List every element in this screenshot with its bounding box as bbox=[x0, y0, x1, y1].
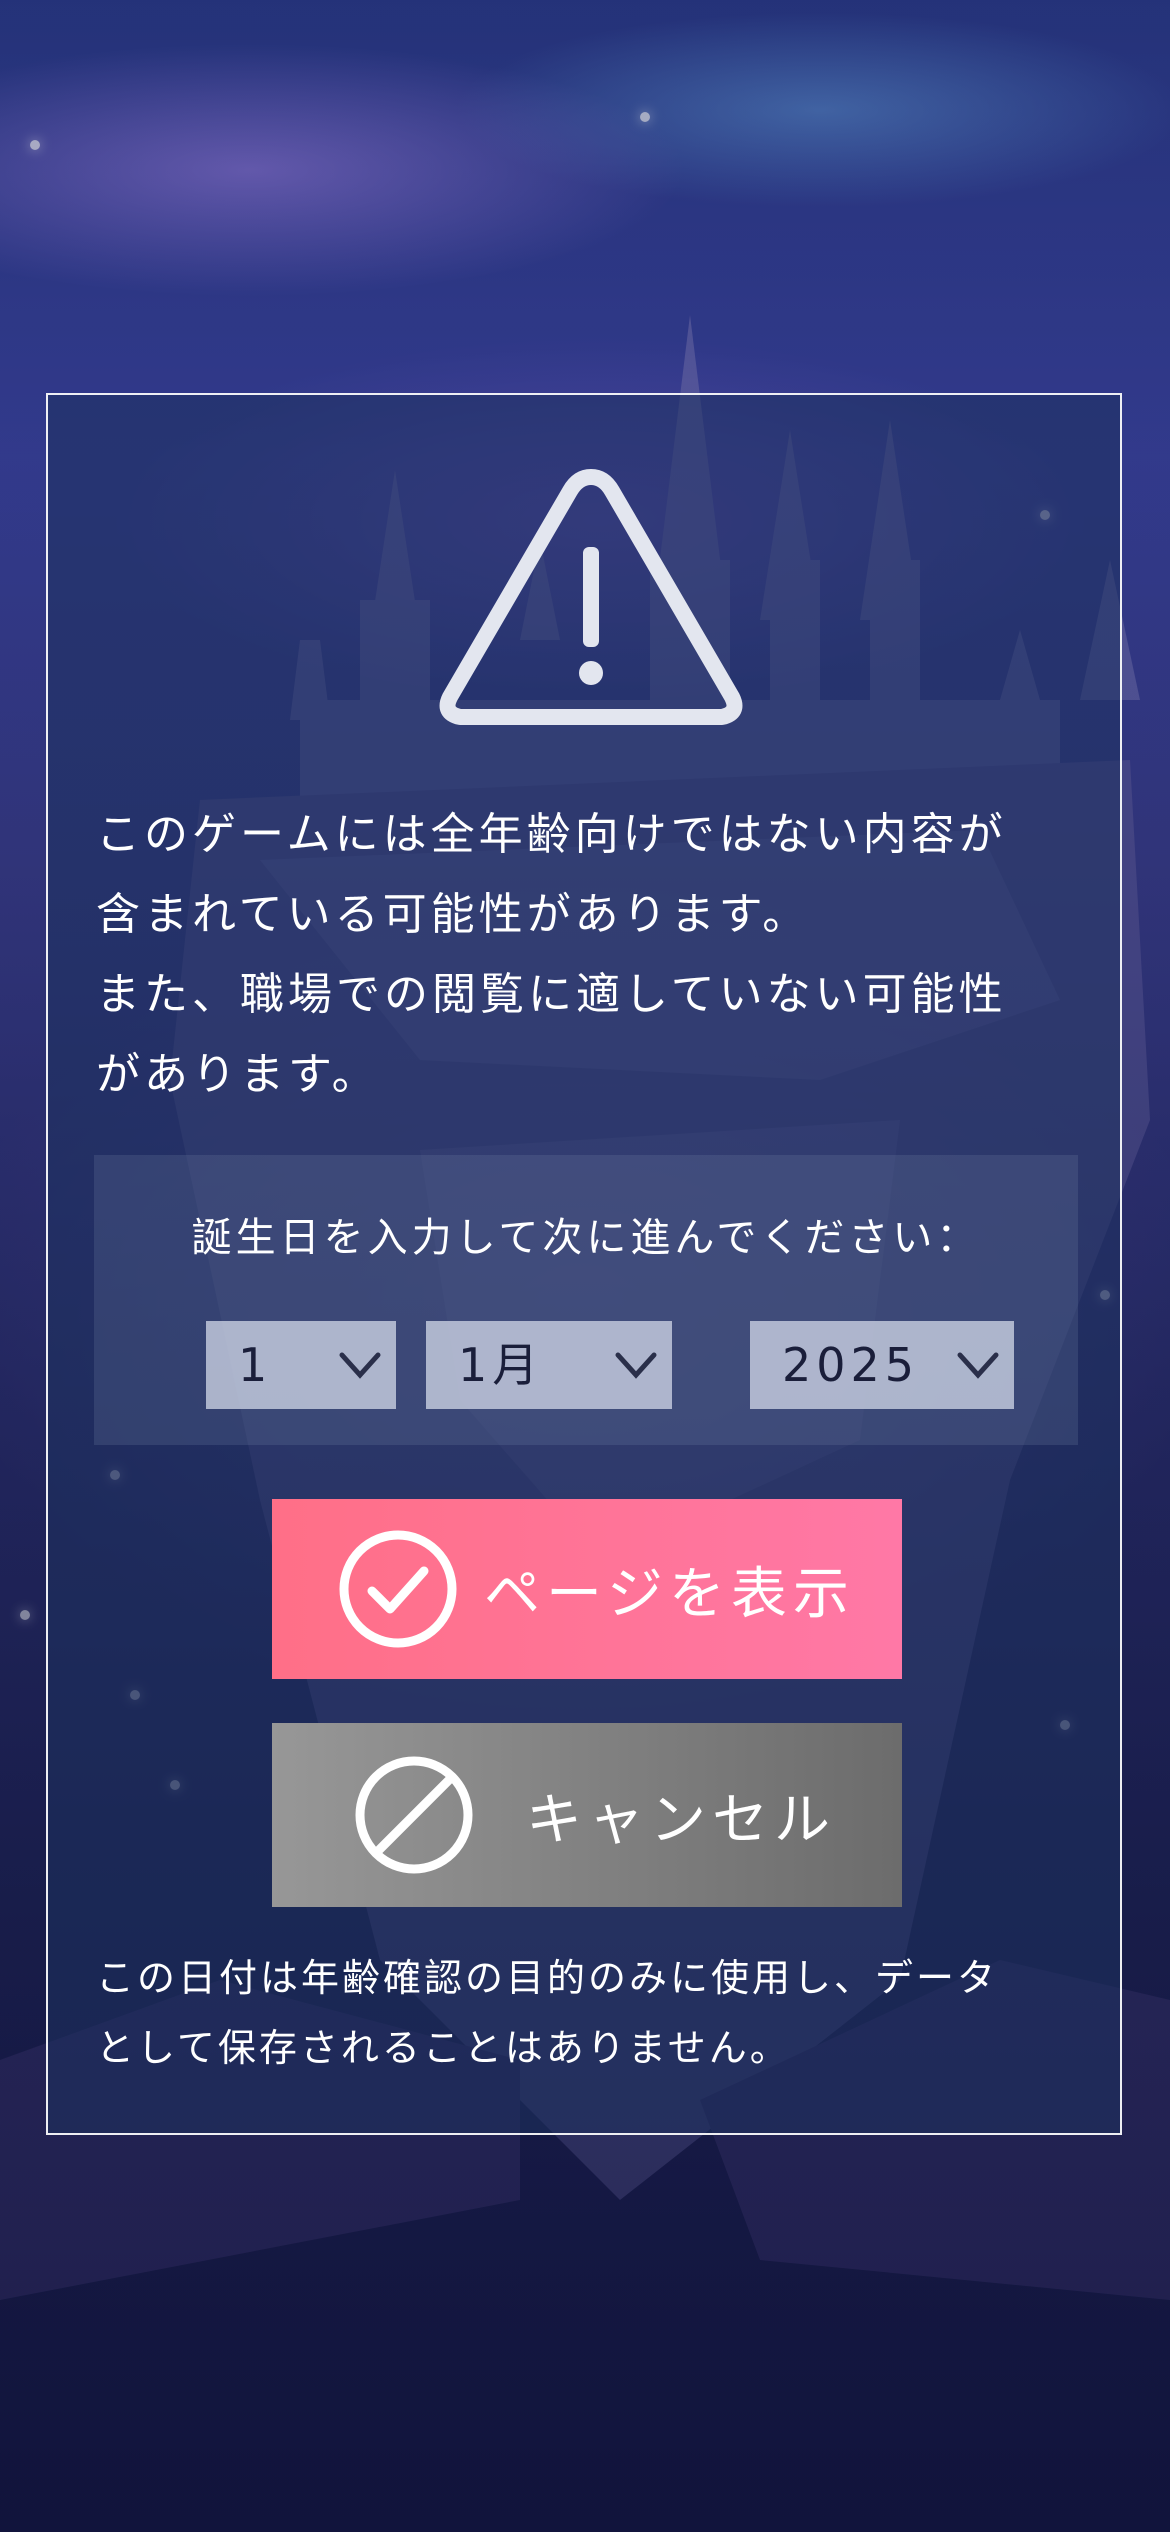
check-circle-icon bbox=[339, 1530, 457, 1648]
chevron-down-icon bbox=[615, 1352, 657, 1379]
disclaimer-line: この日付は年齢確認の目的のみに使用し、データ bbox=[96, 1956, 999, 2000]
show-page-label: ページを表示 bbox=[484, 1561, 855, 1627]
day-value: 1 bbox=[238, 1338, 273, 1392]
show-page-button[interactable]: ページを表示 bbox=[272, 1499, 902, 1679]
privacy-disclaimer: この日付は年齢確認の目的のみに使用し、データ として保存されることはありません。 bbox=[96, 1943, 1096, 2083]
content-warning-text: このゲームには全年齢向けではない内容が 含まれている可能性があります。 また、職… bbox=[96, 795, 1096, 1115]
chevron-down-icon bbox=[339, 1352, 381, 1379]
age-verification-dialog: このゲームには全年齢向けではない内容が 含まれている可能性があります。 また、職… bbox=[46, 393, 1122, 2135]
birthdate-label: 誕生日を入力して次に進んでください： bbox=[191, 1215, 981, 1261]
warning-line: があります。 bbox=[96, 1049, 380, 1100]
chevron-down-icon bbox=[957, 1352, 999, 1379]
day-select[interactable]: 1 bbox=[206, 1321, 396, 1409]
warning-line: このゲームには全年齢向けではない内容が bbox=[96, 809, 1007, 860]
month-select[interactable]: 1月 bbox=[426, 1321, 672, 1409]
disclaimer-line: として保存されることはありません。 bbox=[96, 2026, 791, 2070]
prohibited-circle-icon bbox=[355, 1756, 473, 1874]
year-select[interactable]: 2025 bbox=[750, 1321, 1014, 1409]
cancel-button[interactable]: キャンセル bbox=[272, 1723, 902, 1907]
birthdate-panel: 誕生日を入力して次に進んでください： 1 1月 2025 bbox=[94, 1155, 1078, 1445]
year-value: 2025 bbox=[782, 1338, 920, 1392]
cancel-label: キャンセル bbox=[526, 1787, 836, 1853]
month-value: 1月 bbox=[458, 1338, 544, 1392]
warning-line: 含まれている可能性があります。 bbox=[96, 889, 811, 940]
warning-line: また、職場での閲覧に適していない可能性 bbox=[96, 969, 1007, 1020]
warning-triangle-icon bbox=[439, 469, 743, 725]
